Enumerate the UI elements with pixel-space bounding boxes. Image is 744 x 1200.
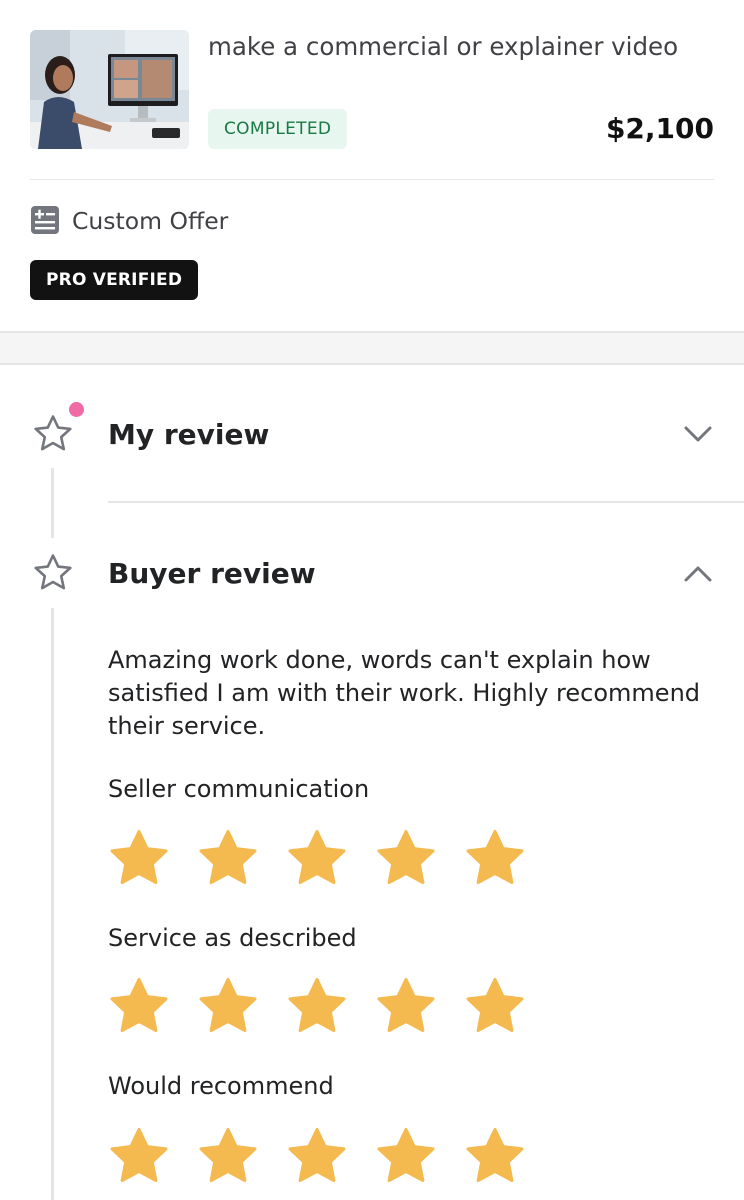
order-price: $2,100 [605,112,714,145]
star-rating [108,1127,548,1187]
star-icon [377,1128,435,1182]
divider [30,179,714,180]
gig-thumbnail-image [30,30,189,149]
custom-offer-icon [31,206,59,234]
rating-label: Service as described [108,924,357,952]
star-icon [199,978,257,1032]
star-icon [466,1128,524,1182]
star-icon [377,830,435,884]
buyer-review-text: Amazing work done, words can't explain h… [108,646,701,740]
rating-label: Would recommend [108,1072,334,1100]
star-icon [466,978,524,1032]
buyer-review-star-icon [34,554,72,590]
status-badge: COMPLETED [208,109,348,149]
section-separator [0,331,744,365]
star-icon [110,1128,168,1182]
star-icon [110,830,168,884]
divider [108,501,744,503]
gig-title[interactable]: make a commercial or explainer video [208,30,718,64]
star-rating [108,829,548,889]
star-icon [288,978,346,1032]
my-review-star-icon [34,415,72,451]
star-icon [288,830,346,884]
star-icon [110,978,168,1032]
gig-thumbnail[interactable] [30,30,189,149]
star-icon [377,978,435,1032]
star-icon [466,830,524,884]
notification-dot [69,402,84,417]
timeline-connector [51,608,54,1200]
chevron-up-icon[interactable] [680,556,716,592]
chevron-down-icon[interactable] [680,416,716,452]
timeline-connector [51,468,54,538]
order-card[interactable]: make a commercial or explainer video COM… [0,0,744,332]
my-review-heading[interactable]: My review [108,415,269,455]
custom-offer-label: Custom Offer [72,207,229,235]
buyer-review-heading[interactable]: Buyer review [108,554,316,594]
star-icon [199,830,257,884]
rating-label: Seller communication [108,775,370,803]
pro-verified-badge: PRO VERIFIED [30,260,199,300]
star-icon [199,1128,257,1182]
star-rating [108,977,548,1037]
star-icon [288,1128,346,1182]
